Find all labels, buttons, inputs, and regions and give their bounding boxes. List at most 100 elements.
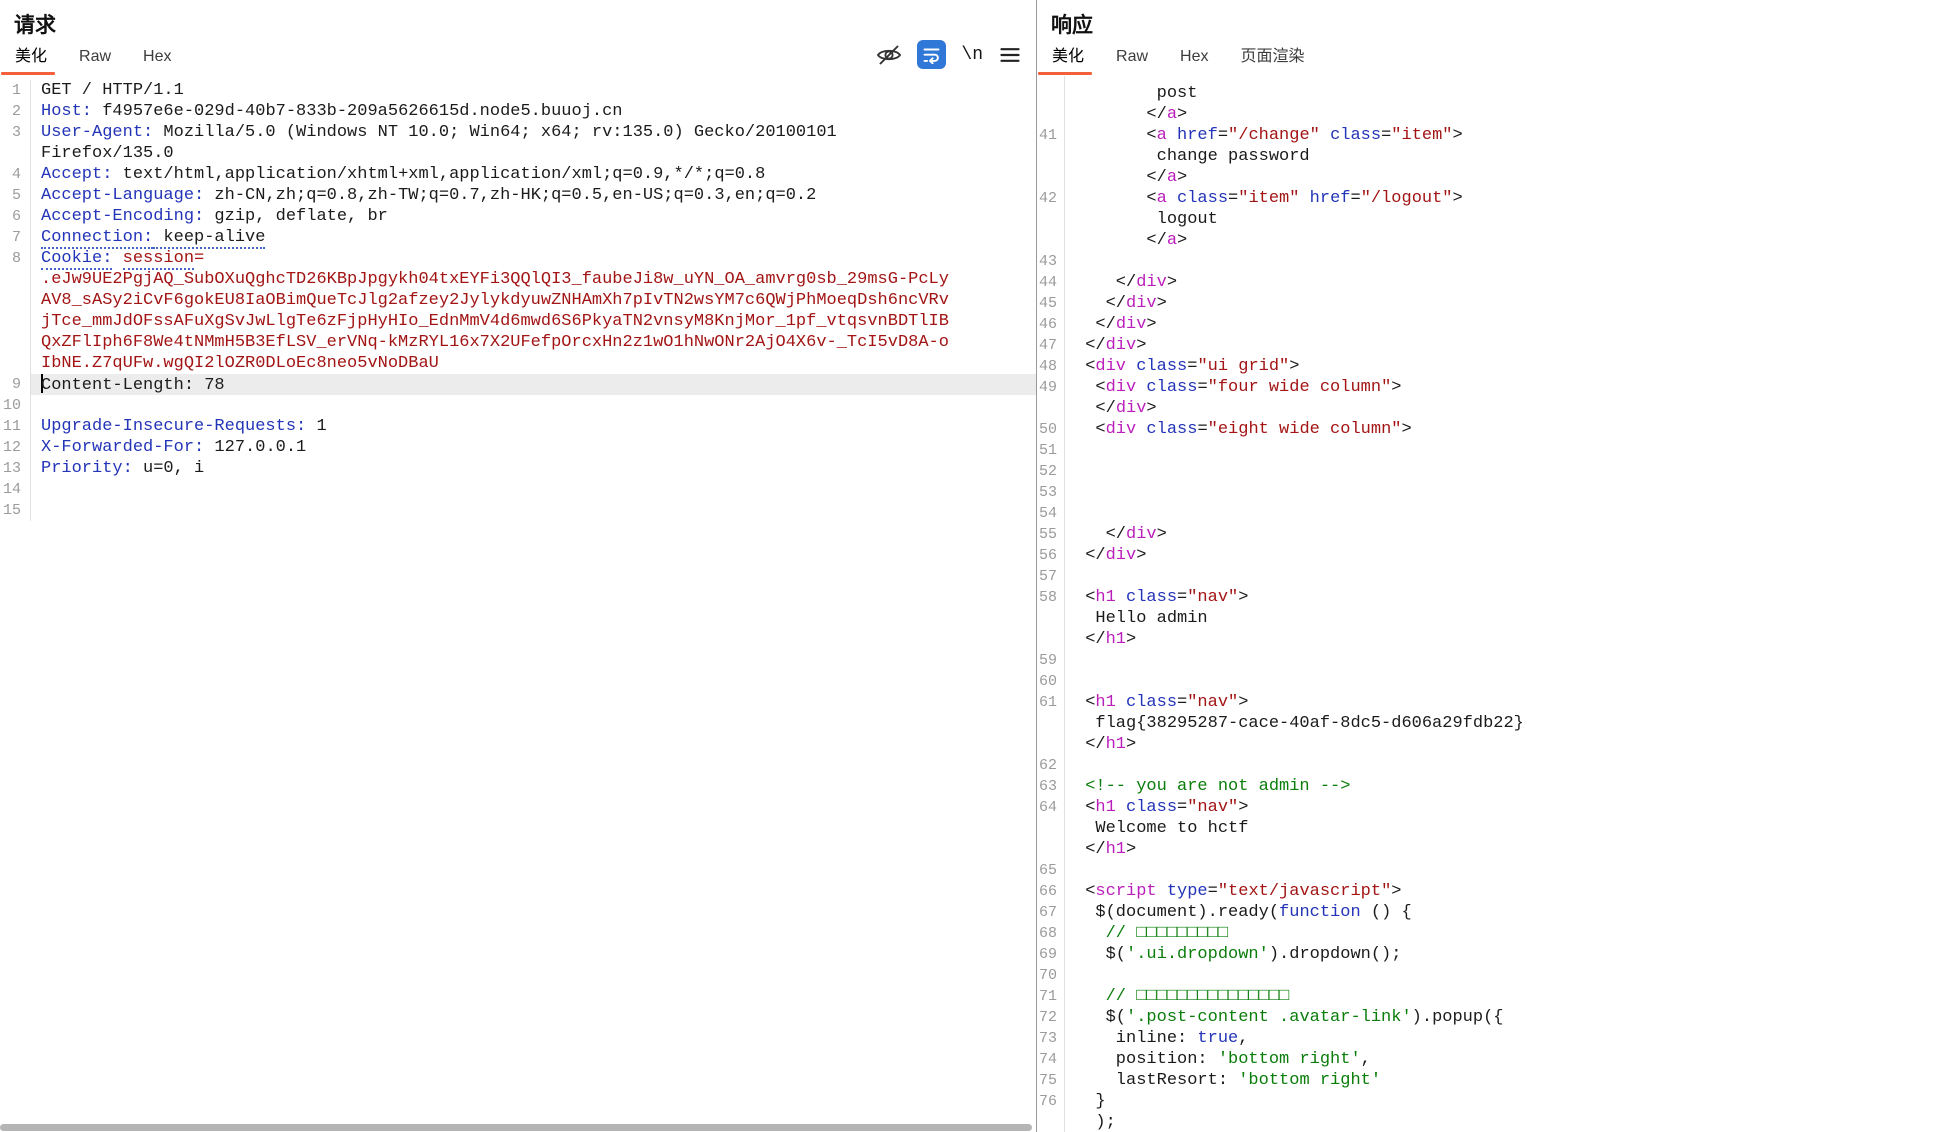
newline-glyph: \n [961, 45, 983, 65]
code-text: </a> [1064, 230, 1956, 251]
newline-icon[interactable]: \n [961, 45, 983, 65]
line-number: 48 [1037, 356, 1064, 377]
code-text: </div> [1064, 524, 1956, 545]
code-line: 54 [1037, 503, 1956, 524]
code-line: QxZFlIph6F8We4tNMmH5B3EfLSV_erVNq-kMzRYL… [0, 332, 1036, 353]
code-line: 65 [1037, 860, 1956, 881]
line-number: 60 [1037, 671, 1064, 692]
code-text [1064, 482, 1956, 503]
code-line: 50 <div class="eight wide column"> [1037, 419, 1956, 440]
line-number: 15 [0, 500, 30, 521]
code-line: 63 <!-- you are not admin --> [1037, 776, 1956, 797]
tab-response-raw[interactable]: Raw [1115, 45, 1149, 76]
line-number: 40 [1037, 76, 1064, 83]
code-text: </div> [1064, 335, 1956, 356]
response-editor[interactable]: 40 <a class="item" href="/edit"> post </… [1037, 76, 1956, 1132]
tab-request-hex[interactable]: Hex [142, 45, 172, 76]
code-text: Accept: text/html,application/xhtml+xml,… [30, 164, 1036, 185]
line-number: 58 [1037, 587, 1064, 608]
code-text: Host: f4957e6e-029d-40b7-833b-209a562661… [30, 101, 1036, 122]
code-line: Hello admin [1037, 608, 1956, 629]
line-number: 50 [1037, 419, 1064, 440]
code-text: $('.ui.dropdown').dropdown(); [1064, 944, 1956, 965]
tab-response-render[interactable]: 页面渲染 [1239, 39, 1305, 76]
response-panel-title: 响应 [1037, 0, 1956, 42]
tab-request-raw[interactable]: Raw [78, 45, 112, 76]
line-number [1037, 629, 1064, 650]
code-text: <h1 class="nav"> [1064, 797, 1956, 818]
code-line: 74 position: 'bottom right', [1037, 1049, 1956, 1070]
code-text: </div> [1064, 398, 1956, 419]
code-line: 8Cookie: session= [0, 248, 1036, 269]
code-text: X-Forwarded-For: 127.0.0.1 [30, 437, 1036, 458]
response-panel: 响应 美化 Raw Hex 页面渲染 40 <a class="item" hr… [1037, 0, 1956, 1132]
line-number: 13 [0, 458, 30, 479]
code-line: Firefox/135.0 [0, 143, 1036, 164]
tab-request-beautify[interactable]: 美化 [14, 39, 48, 76]
menu-icon[interactable] [998, 43, 1022, 67]
code-text [30, 479, 1036, 500]
line-number: 45 [1037, 293, 1064, 314]
code-line: post [1037, 83, 1956, 104]
request-editor[interactable]: 1GET / HTTP/1.12Host: f4957e6e-029d-40b7… [0, 76, 1036, 1132]
code-line: 73 inline: true, [1037, 1028, 1956, 1049]
request-hscroll-thumb[interactable] [0, 1124, 1032, 1131]
code-line: 1GET / HTTP/1.1 [0, 80, 1036, 101]
code-text [1064, 251, 1956, 272]
eye-off-icon[interactable] [876, 42, 902, 68]
code-line: 56 </div> [1037, 545, 1956, 566]
code-line: 13Priority: u=0, i [0, 458, 1036, 479]
code-line: flag{38295287-cace-40af-8dc5-d606a29fdb2… [1037, 713, 1956, 734]
line-number: 47 [1037, 335, 1064, 356]
code-line: 69 $('.ui.dropdown').dropdown(); [1037, 944, 1956, 965]
line-number: 72 [1037, 1007, 1064, 1028]
code-text: </a> [1064, 167, 1956, 188]
code-line: 6Accept-Encoding: gzip, deflate, br [0, 206, 1036, 227]
line-number: 52 [1037, 461, 1064, 482]
line-number [1037, 167, 1064, 188]
tab-response-beautify[interactable]: 美化 [1051, 39, 1085, 76]
line-number [1037, 608, 1064, 629]
code-line: 71 // □□□□□□□□□□□□□□□ [1037, 986, 1956, 1007]
line-number [0, 290, 30, 311]
code-text: // □□□□□□□□□ [1064, 923, 1956, 944]
request-horizontal-scrollbar[interactable] [0, 1124, 1032, 1132]
request-panel: 请求 美化 Raw Hex [0, 0, 1036, 1132]
line-number [1037, 839, 1064, 860]
code-text [1064, 755, 1956, 776]
code-line: 51 [1037, 440, 1956, 461]
code-text: <!-- you are not admin --> [1064, 776, 1956, 797]
code-text: inline: true, [1064, 1028, 1956, 1049]
line-number: 14 [0, 479, 30, 500]
word-wrap-icon[interactable] [917, 40, 946, 69]
code-line: 76 } [1037, 1091, 1956, 1112]
line-number [0, 269, 30, 290]
code-text: Upgrade-Insecure-Requests: 1 [30, 416, 1036, 437]
code-line: 61 <h1 class="nav"> [1037, 692, 1956, 713]
tab-response-hex[interactable]: Hex [1179, 45, 1209, 76]
code-text: <script type="text/javascript"> [1064, 881, 1956, 902]
code-line: 48 <div class="ui grid"> [1037, 356, 1956, 377]
code-text: // □□□□□□□□□□□□□□□ [1064, 986, 1956, 1007]
code-text: User-Agent: Mozilla/5.0 (Windows NT 10.0… [30, 122, 1036, 143]
line-number: 1 [0, 80, 30, 101]
line-number [0, 353, 30, 374]
code-line: 2Host: f4957e6e-029d-40b7-833b-209a56266… [0, 101, 1036, 122]
code-text [1064, 566, 1956, 587]
code-line: 75 lastResort: 'bottom right' [1037, 1070, 1956, 1091]
code-line: 7Connection: keep-alive [0, 227, 1036, 248]
code-line: 68 // □□□□□□□□□ [1037, 923, 1956, 944]
line-number: 46 [1037, 314, 1064, 335]
code-line: 14 [0, 479, 1036, 500]
line-number: 42 [1037, 188, 1064, 209]
line-number: 62 [1037, 755, 1064, 776]
code-line: jTce_mmJdOFssAFuXgSvJwLlgTe6zFjpHyHIo_Ed… [0, 311, 1036, 332]
code-line: 3User-Agent: Mozilla/5.0 (Windows NT 10.… [0, 122, 1036, 143]
line-number: 53 [1037, 482, 1064, 503]
code-line: 60 [1037, 671, 1956, 692]
code-text [30, 395, 1036, 416]
response-tab-bar: 美化 Raw Hex 页面渲染 [1037, 42, 1956, 76]
code-text: </div> [1064, 314, 1956, 335]
code-line: 42 <a class="item" href="/logout"> [1037, 188, 1956, 209]
code-text: $('.post-content .avatar-link').popup({ [1064, 1007, 1956, 1028]
